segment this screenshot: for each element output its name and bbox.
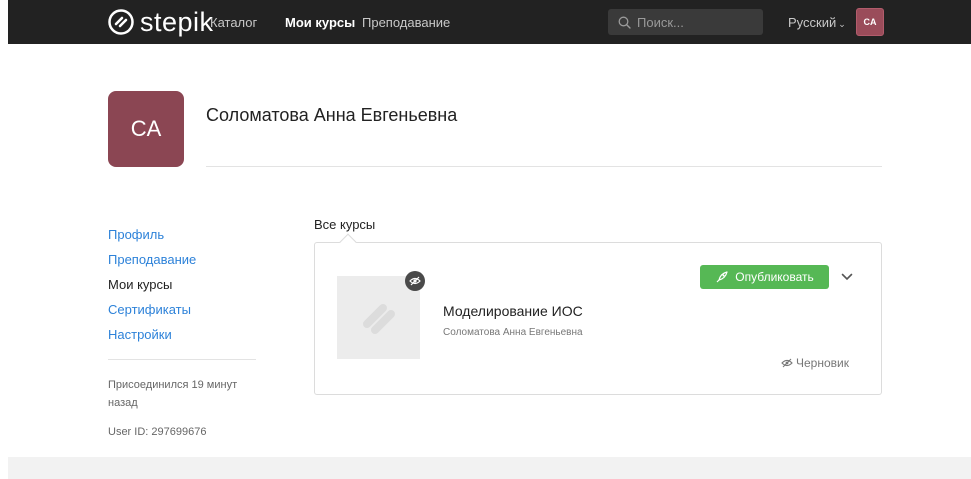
chevron-down-icon: ⌄ <box>838 19 846 29</box>
user-menu-avatar[interactable]: CA <box>856 8 884 36</box>
course-title[interactable]: Моделирование ИОС <box>443 303 583 319</box>
sidebar-item-profile[interactable]: Профиль <box>108 222 196 247</box>
profile-sidebar: Профиль Преподавание Мои курсы Сертифика… <box>108 222 196 347</box>
search-input[interactable]: Поиск... <box>608 9 763 35</box>
language-selector[interactable]: Русский ⌄ <box>788 15 846 30</box>
publish-button[interactable]: Опубликовать <box>700 265 829 289</box>
chevron-down-icon <box>841 273 853 281</box>
stepik-logo[interactable]: stepik <box>108 8 214 36</box>
top-navigation-bar: stepik Каталог Мои курсы Преподавание По… <box>8 0 971 44</box>
user-id: User ID: 297699676 <box>108 426 207 438</box>
divider <box>206 166 882 167</box>
nav-my-courses[interactable]: Мои курсы <box>285 15 355 30</box>
draft-label: Черновик <box>796 356 849 370</box>
joined-info: Присоединился 19 минут назад <box>108 379 238 409</box>
course-options-toggle[interactable] <box>838 268 856 286</box>
sidebar-item-certificates[interactable]: Сертификаты <box>108 297 196 322</box>
draft-status: Черновик <box>781 356 849 370</box>
rocket-icon <box>716 270 728 282</box>
sidebar-item-my-courses: Мои курсы <box>108 277 173 292</box>
stepik-placeholder-icon <box>362 303 395 334</box>
language-label: Русский <box>788 15 837 30</box>
sidebar-item-teaching[interactable]: Преподавание <box>108 247 196 272</box>
profile-name: Соломатова Анна Евгеньевна <box>206 105 458 125</box>
footer <box>8 457 971 479</box>
nav-catalog[interactable]: Каталог <box>210 15 257 30</box>
course-author: Соломатова Анна Евгеньевна <box>443 327 583 338</box>
nav-teaching[interactable]: Преподавание <box>362 15 450 30</box>
hidden-eye-icon <box>405 271 425 291</box>
publish-label: Опубликовать <box>735 270 814 284</box>
search-placeholder: Поиск... <box>637 14 684 30</box>
search-icon <box>618 16 631 29</box>
profile-avatar: CA <box>108 91 184 167</box>
stepik-logo-icon <box>108 9 134 35</box>
eye-off-icon <box>781 358 793 368</box>
sidebar-item-settings[interactable]: Настройки <box>108 322 196 347</box>
divider <box>108 359 256 360</box>
section-title-all-courses[interactable]: Все курсы <box>314 217 375 232</box>
logo-text: stepik <box>140 7 214 37</box>
